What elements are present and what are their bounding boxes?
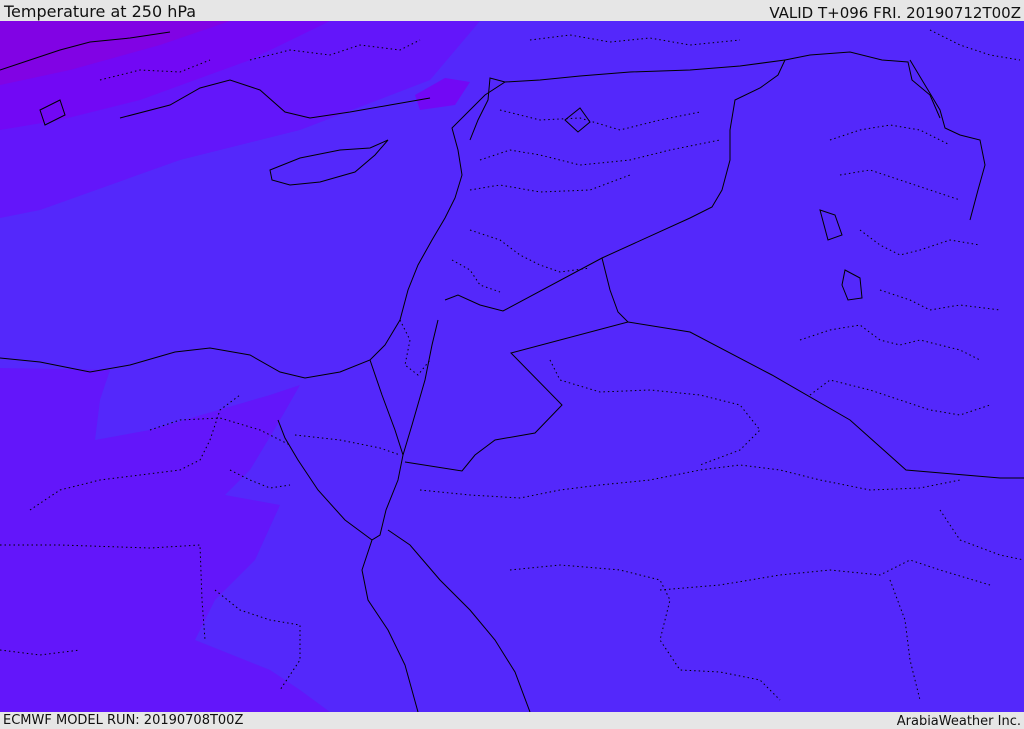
valid-time: VALID T+096 FRI. 20190712T00Z	[769, 4, 1021, 22]
header-bar: Temperature at 250 hPa VALID T+096 FRI. …	[0, 0, 1024, 21]
credit-label: ArabiaWeather Inc.	[896, 714, 1021, 729]
map-canvas	[0, 21, 1024, 712]
model-run-label: ECMWF MODEL RUN: 20190708T00Z	[3, 713, 244, 728]
map-title: Temperature at 250 hPa	[4, 2, 197, 21]
footer-bar: ECMWF MODEL RUN: 20190708T00Z ArabiaWeat…	[0, 712, 1024, 729]
temperature-map[interactable]	[0, 21, 1024, 712]
